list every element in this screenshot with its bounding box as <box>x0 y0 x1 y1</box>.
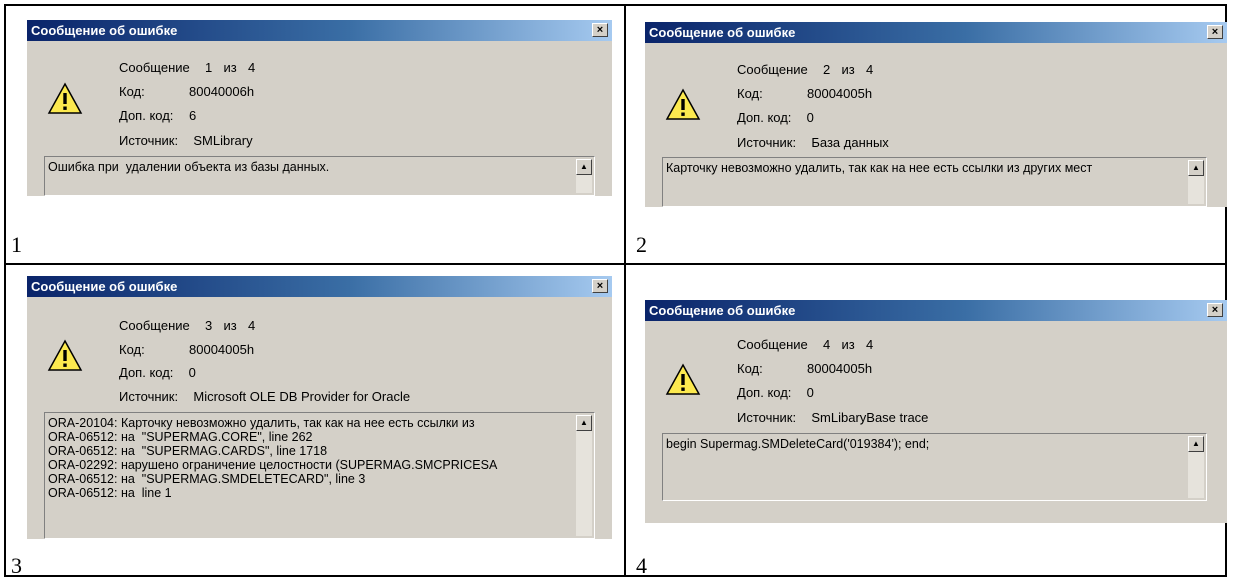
message-label: Сообщение <box>737 337 808 352</box>
code-value: 80004005h <box>807 361 873 376</box>
message-textbox[interactable]: ORA-20104: Карточку невозможно удалить, … <box>44 412 595 539</box>
source-row: Источник: Microsoft OLE DB Provider for … <box>119 389 410 404</box>
source-value: SmLibaryBase trace <box>811 410 929 425</box>
error-dialog-3: Сообщение об ошибке × Сообщение 3 из 4 К… <box>27 276 612 539</box>
message-textbox[interactable]: Ошибка при удалении объекта из базы данн… <box>44 156 595 196</box>
close-icon[interactable]: × <box>1207 25 1223 39</box>
close-icon[interactable]: × <box>592 23 608 37</box>
extra-code-row: Доп. код: 0 <box>737 110 814 125</box>
extra-code-label: Доп. код: <box>737 110 792 125</box>
scroll-up-arrow-icon[interactable]: ▲ <box>1188 436 1204 452</box>
code-label: Код: <box>119 84 145 99</box>
extra-code-row: Доп. код: 0 <box>737 385 814 400</box>
extra-code-row: Доп. код: 6 <box>119 108 196 123</box>
dialog-title: Сообщение об ошибке <box>31 23 178 38</box>
extra-code-value: 0 <box>806 110 814 125</box>
extra-code-value: 0 <box>188 365 196 380</box>
extra-code-label: Доп. код: <box>119 108 174 123</box>
message-of: из <box>223 60 237 75</box>
source-row: Источник: SMLibrary <box>119 133 253 148</box>
dialog-titlebar: Сообщение об ошибке × <box>645 22 1227 43</box>
message-textbox[interactable]: begin Supermag.SMDeleteCard('019384'); e… <box>662 433 1207 501</box>
error-dialog-1: Сообщение об ошибке × Сообщение 1 из 4 К… <box>27 20 612 196</box>
message-counter-row: Сообщение 2 из 4 <box>737 62 873 77</box>
message-of: из <box>841 62 855 77</box>
scrollbar[interactable]: ▲ <box>1188 436 1204 498</box>
warning-icon <box>47 82 83 114</box>
code-row: Код: 80040006h <box>119 84 254 99</box>
message-textbox[interactable]: Карточку невозможно удалить, так как на … <box>662 157 1207 207</box>
code-value: 80004005h <box>807 86 873 101</box>
code-label: Код: <box>737 86 763 101</box>
message-text: ORA-20104: Карточку невозможно удалить, … <box>48 416 498 500</box>
code-value: 80004005h <box>189 342 255 357</box>
message-index: 4 <box>823 337 831 352</box>
message-label: Сообщение <box>119 318 190 333</box>
source-value: SMLibrary <box>193 133 253 148</box>
scrollbar[interactable]: ▲ <box>576 415 592 536</box>
source-label: Источник: <box>119 389 179 404</box>
source-value: Microsoft OLE DB Provider for Oracle <box>193 389 411 404</box>
scrollbar[interactable]: ▲ <box>1188 160 1204 204</box>
warning-icon <box>47 339 83 371</box>
message-total: 4 <box>247 318 256 333</box>
message-total: 4 <box>865 62 874 77</box>
close-icon[interactable]: × <box>592 279 608 293</box>
message-total: 4 <box>247 60 256 75</box>
message-counter-row: Сообщение 1 из 4 <box>119 60 255 75</box>
extra-code-value: 6 <box>189 108 197 123</box>
dialog-title: Сообщение об ошибке <box>31 279 178 294</box>
source-row: Источник: SmLibaryBase trace <box>737 410 928 425</box>
scroll-up-arrow-icon[interactable]: ▲ <box>576 159 592 175</box>
dialog-title: Сообщение об ошибке <box>649 303 796 318</box>
close-icon[interactable]: × <box>1207 303 1223 317</box>
source-label: Источник: <box>119 133 179 148</box>
warning-icon <box>665 88 701 120</box>
code-label: Код: <box>119 342 145 357</box>
message-counter-row: Сообщение 3 из 4 <box>119 318 255 333</box>
source-row: Источник: База данных <box>737 135 889 150</box>
table-divider-vertical <box>624 4 626 577</box>
scrollbar[interactable]: ▲ <box>576 159 592 193</box>
extra-code-value: 0 <box>806 385 814 400</box>
message-text: begin Supermag.SMDeleteCard('019384'); e… <box>666 437 930 451</box>
source-label: Источник: <box>737 410 797 425</box>
table-divider-horizontal <box>4 263 1227 265</box>
message-total: 4 <box>865 337 874 352</box>
scroll-up-arrow-icon[interactable]: ▲ <box>1188 160 1204 176</box>
message-of: из <box>841 337 855 352</box>
message-of: из <box>223 318 237 333</box>
extra-code-label: Доп. код: <box>737 385 792 400</box>
source-label: Источник: <box>737 135 797 150</box>
code-value: 80040006h <box>189 84 255 99</box>
code-label: Код: <box>737 361 763 376</box>
extra-code-label: Доп. код: <box>119 365 174 380</box>
panel-number-2: 2 <box>636 232 647 257</box>
panel-number-3: 3 <box>11 553 22 578</box>
error-dialog-4: Сообщение об ошибке × Сообщение 4 из 4 К… <box>645 300 1227 523</box>
message-index: 3 <box>205 318 213 333</box>
dialog-titlebar: Сообщение об ошибке × <box>27 20 612 41</box>
panel-number-4: 4 <box>636 553 647 578</box>
code-row: Код: 80004005h <box>737 86 872 101</box>
source-value: База данных <box>811 135 889 150</box>
dialog-title: Сообщение об ошибке <box>649 25 796 40</box>
message-counter-row: Сообщение 4 из 4 <box>737 337 873 352</box>
message-label: Сообщение <box>737 62 808 77</box>
message-text: Ошибка при удалении объекта из базы данн… <box>48 160 330 174</box>
message-label: Сообщение <box>119 60 190 75</box>
message-text: Карточку невозможно удалить, так как на … <box>666 161 1093 175</box>
code-row: Код: 80004005h <box>737 361 872 376</box>
dialog-titlebar: Сообщение об ошибке × <box>645 300 1227 321</box>
dialog-titlebar: Сообщение об ошибке × <box>27 276 612 297</box>
code-row: Код: 80004005h <box>119 342 254 357</box>
panel-number-1: 1 <box>11 232 22 257</box>
extra-code-row: Доп. код: 0 <box>119 365 196 380</box>
warning-icon <box>665 363 701 395</box>
message-index: 1 <box>205 60 213 75</box>
message-index: 2 <box>823 62 831 77</box>
error-dialog-2: Сообщение об ошибке × Сообщение 2 из 4 К… <box>645 22 1227 207</box>
scroll-up-arrow-icon[interactable]: ▲ <box>576 415 592 431</box>
